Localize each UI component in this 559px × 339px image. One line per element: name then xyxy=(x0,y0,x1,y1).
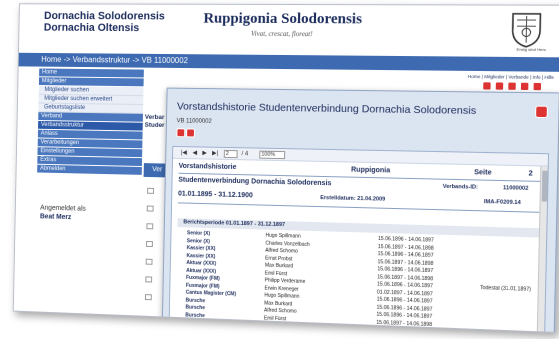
form-id: IMA-F0209.14 xyxy=(483,199,521,207)
row-checkbox[interactable] xyxy=(145,276,153,283)
report-heading: Vorstandshistorie xyxy=(178,162,237,172)
scroll-thumb[interactable] xyxy=(541,170,548,202)
report-viewer: |◀ ◀ ▶ ▶| 2 / 4 100% Vorstandshistorie R… xyxy=(168,145,550,334)
crest-logo xyxy=(506,10,547,49)
sidebar: Home Mitglieder Mitglieder suchen Mitgli… xyxy=(34,68,144,326)
page-label: Seite xyxy=(474,169,492,177)
breadcrumb[interactable]: Home -> Verbandsstruktur -> VB 11000002 xyxy=(41,54,188,67)
page-header: Dornachia Solodorensis Dornachia Oltensi… xyxy=(18,4,559,58)
report-scrollbar[interactable] xyxy=(536,166,548,334)
created-date: Erstelldatum: 21.04.2009 xyxy=(320,195,386,203)
date-cell: 15.06.1897 - 14.06.1898 xyxy=(376,319,433,328)
last-page-button[interactable]: ▶| xyxy=(212,150,218,158)
background-org-label: Verbar Studer xyxy=(145,114,165,130)
print-icon[interactable] xyxy=(176,128,186,138)
zoom-select[interactable]: 100% xyxy=(259,150,286,160)
report-verbindung: Studentenverbindung Dornachia Solodorens… xyxy=(178,176,332,188)
modal-title: Vorstandshistorie Studentenverbindung Do… xyxy=(176,100,477,118)
row-checkbox[interactable] xyxy=(147,187,154,194)
history-table: Senior (X) Hugo Spillmann 15.06.1896 - 1… xyxy=(176,230,542,333)
modal-close-icon[interactable] xyxy=(535,105,548,119)
crest-caption: Erwig sind Herz xyxy=(516,46,547,53)
row-checkbox[interactable] xyxy=(144,294,152,301)
brand-motto: Vivat, crescat, floreat! xyxy=(250,29,313,39)
verband-label: Verbands-ID: xyxy=(442,183,478,191)
brand-title: Ruppigonia Solodorensis xyxy=(203,10,363,28)
row-checkbox[interactable] xyxy=(146,205,154,212)
help-icon[interactable] xyxy=(519,81,530,92)
export-icon[interactable] xyxy=(494,81,505,91)
login-label: Angemeldet als xyxy=(40,204,86,213)
mail-icon[interactable] xyxy=(507,81,517,91)
close-icon[interactable] xyxy=(532,81,543,92)
row-checkbox[interactable] xyxy=(146,223,154,230)
report-date-range: 01.01.1895 - 31.12.1900 xyxy=(178,190,253,200)
report-org: Ruppigonia xyxy=(351,166,391,175)
print-icon[interactable] xyxy=(482,81,492,91)
brand: Ruppigonia Solodorensis Vivat, crescat, … xyxy=(19,10,559,40)
first-page-button[interactable]: |◀ xyxy=(181,149,187,157)
prev-page-button[interactable]: ◀ xyxy=(192,149,197,157)
row-checkbox[interactable] xyxy=(145,258,153,265)
name-cell: Emil Fürst xyxy=(263,314,287,322)
row-checkbox[interactable] xyxy=(146,240,153,248)
role-cell: Bursche xyxy=(185,311,205,319)
pdf-icon[interactable] xyxy=(186,128,196,138)
page-total: / 4 xyxy=(241,151,249,158)
verband-id: 11000002 xyxy=(502,185,529,192)
next-page-button[interactable]: ▶ xyxy=(202,149,207,157)
app-window: Dornachia Solodorensis Dornachia Oltensi… xyxy=(12,3,559,334)
sidebar-item-abmelden[interactable]: Abmelden xyxy=(37,164,142,176)
history-modal: Vorstandshistorie Studentenverbindung Do… xyxy=(161,87,559,334)
page-number: 2 xyxy=(528,170,533,178)
page-input[interactable]: 2 xyxy=(223,149,238,159)
modal-id: VB 11000002 xyxy=(176,118,212,125)
login-user: Beat Merz xyxy=(39,213,72,222)
background-org-line-2: Studer xyxy=(144,121,165,130)
